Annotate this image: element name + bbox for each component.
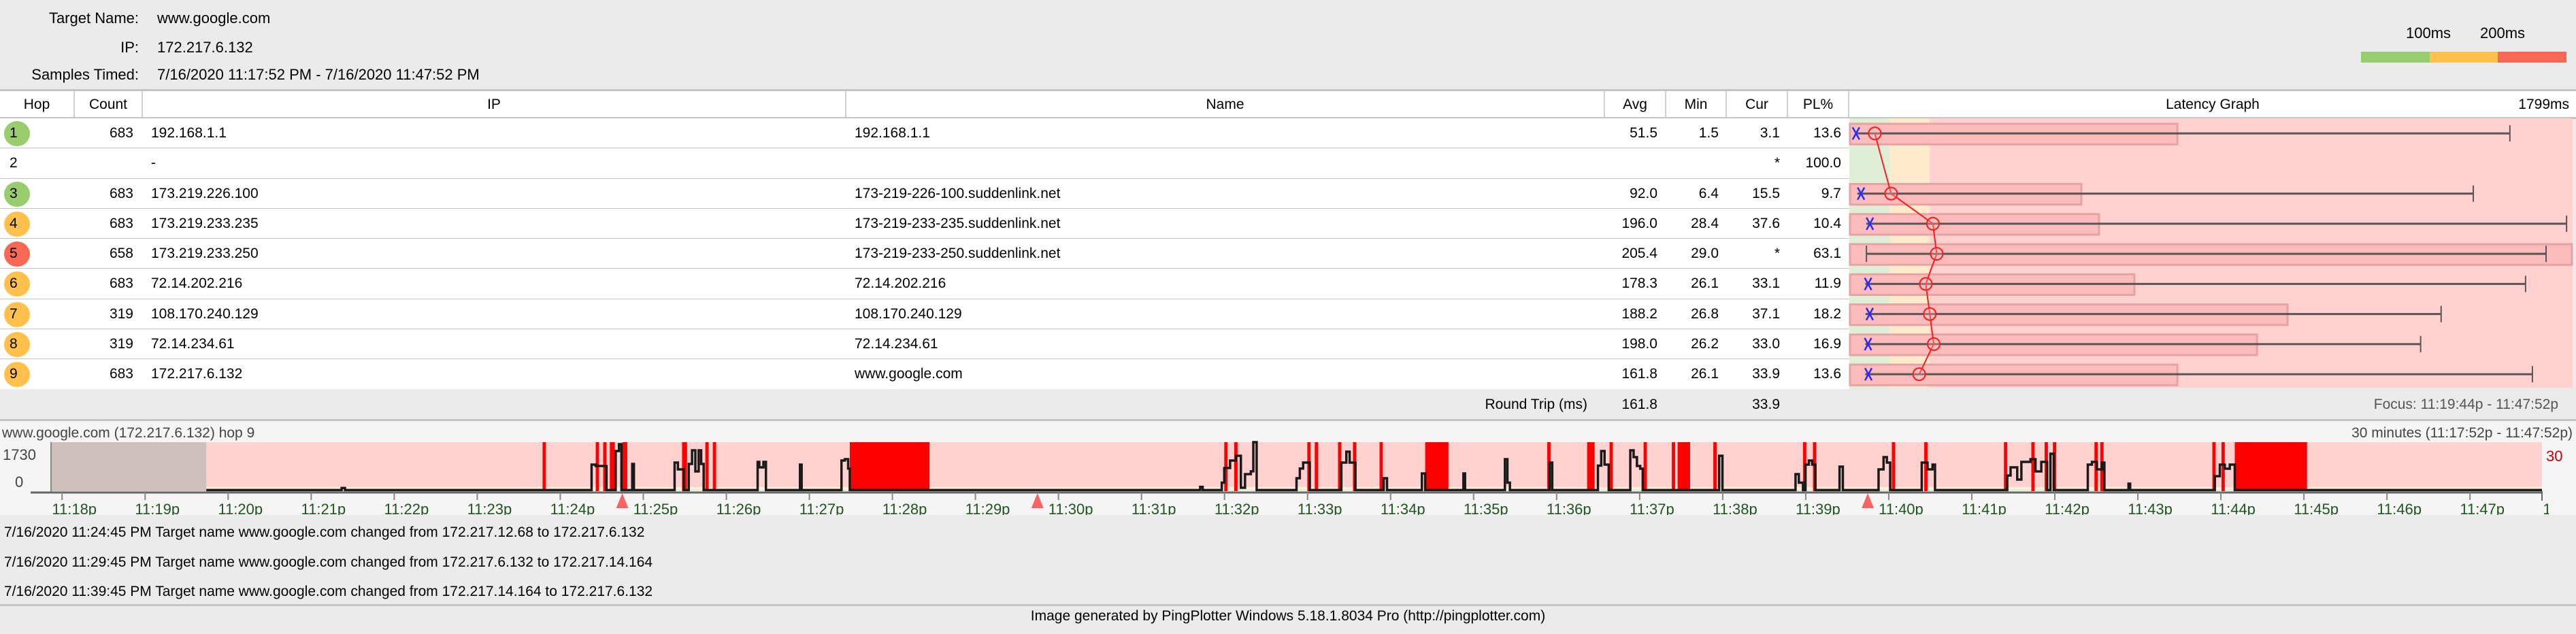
x-tick-label: 11:23p <box>467 501 512 515</box>
x-tick-label: 11:44p <box>2211 501 2256 515</box>
avg-latency-circle <box>1884 186 1898 201</box>
packet-loss-bar <box>622 442 627 491</box>
packet-loss-bar <box>1234 442 1238 491</box>
unfocused-region <box>51 442 207 491</box>
x-tick-label: 11:45p <box>2294 501 2339 515</box>
latency-graph <box>1849 118 2573 388</box>
x-tick-label: 11:32p <box>1215 501 1259 515</box>
packet-loss-bar <box>1892 442 1896 491</box>
packet-loss-bar <box>1672 442 1675 491</box>
x-tick-label: 11:40p <box>1879 501 1923 515</box>
x-tick-label: 11:26p <box>716 501 761 515</box>
packet-loss-bar <box>2031 442 2035 491</box>
x-tick-label: 11:43p <box>2128 501 2173 515</box>
avg-latency-circle <box>1926 216 1940 231</box>
x-tick-label: 11:42p <box>2045 501 2090 515</box>
avg-latency-circle <box>1926 337 1941 351</box>
y-tick-label: 0 <box>15 473 23 490</box>
x-tick-label: 11:18p <box>52 501 97 515</box>
packet-loss-bar <box>1609 442 1613 491</box>
event-marker-icon <box>1862 493 1875 508</box>
avg-latency-circle <box>1930 247 1944 261</box>
packet-loss-bar <box>2234 442 2307 491</box>
packet-loss-bar <box>1677 442 1690 491</box>
x-tick-label: 11:35p <box>1464 501 1508 515</box>
x-tick-label: 11:39p <box>1796 501 1840 515</box>
x-tick-label: 11:21p <box>301 501 346 515</box>
x-tick-label: 11:30p <box>1048 501 1093 515</box>
event-marker-icon <box>1031 493 1044 508</box>
x-tick-label: 11:36p <box>1547 501 1591 515</box>
packet-loss-bar <box>705 442 709 491</box>
focus-range: Focus: 11:19:44p - 11:47:52p <box>2373 397 2558 412</box>
event-entry: 7/16/2020 11:29:45 PM Target name www.go… <box>4 554 653 570</box>
x-tick-label: 11:33p <box>1298 501 1342 515</box>
packet-loss-bar <box>712 442 716 491</box>
x-tick-label: 11:46p <box>2377 501 2422 515</box>
avg-latency-circle <box>1919 277 1933 291</box>
round-trip-avg: 161.8 <box>1621 397 1657 412</box>
y-tick-label: 1730 <box>3 446 36 463</box>
packet-loss-bar <box>542 442 546 491</box>
packet-loss-bar <box>1315 442 1319 491</box>
avg-latency-circle <box>1912 367 1926 382</box>
x-tick-label: 11:37p <box>1630 501 1674 515</box>
round-trip-row: Round Trip (ms) 161.8 33.9 Focus: 11:19:… <box>0 390 2576 419</box>
packet-loss-bar <box>610 442 615 491</box>
packet-loss-bar <box>1587 442 1595 491</box>
x-tick-label: 11:31p <box>1132 501 1176 515</box>
avg-latency-circle <box>1868 127 1882 141</box>
packet-loss-bar <box>1425 442 1449 491</box>
x-tick-label: 11:41p <box>1962 501 2007 515</box>
packet-loss-bar <box>1713 442 1717 491</box>
x-tick-label: 11:22p <box>384 501 429 515</box>
x-tick-label: 11:24p <box>550 501 595 515</box>
x-tick-label: 11:25p <box>633 501 678 515</box>
avg-latency-circle <box>1923 307 1937 321</box>
packet-loss-bar <box>849 442 930 491</box>
x-tick-label: 11:28p <box>882 501 927 515</box>
x-tick-label: 11:29p <box>965 501 1010 515</box>
x-tick-label: 11:27p <box>799 501 844 515</box>
x-tick-label: 11:38p <box>1713 501 1757 515</box>
x-tick-label: 11:48p <box>2543 501 2576 515</box>
x-tick-label: 11:19p <box>135 501 180 515</box>
event-entry: 7/16/2020 11:39:45 PM Target name www.go… <box>4 584 653 599</box>
x-tick-label: 11:20p <box>218 501 263 515</box>
timeline-chart[interactable]: 173003011:18p 11:19p 11:20p 11:21p 11:22p 11:… <box>0 421 2576 515</box>
round-trip-cur: 33.9 <box>1752 397 1780 412</box>
packet-loss-bar <box>1643 442 1647 491</box>
event-entry: 7/16/2020 11:24:45 PM Target name www.go… <box>4 524 645 540</box>
x-tick-label: 11:47p <box>2460 501 2505 515</box>
tick-labels: 11:18p 11:19p 11:20p 11:21p 11:22p 11:23p 11:2… <box>52 501 2576 515</box>
x-tick-label: 11:34p <box>1381 501 1425 515</box>
footer-credit: Image generated by PingPlotter Windows 5… <box>1030 608 1546 624</box>
right-scale-label: 30 <box>2546 448 2562 465</box>
event-marker-icon <box>616 493 629 508</box>
packet-loss-bar <box>1379 442 1383 491</box>
round-trip-label: Round Trip (ms) <box>1485 397 1587 412</box>
